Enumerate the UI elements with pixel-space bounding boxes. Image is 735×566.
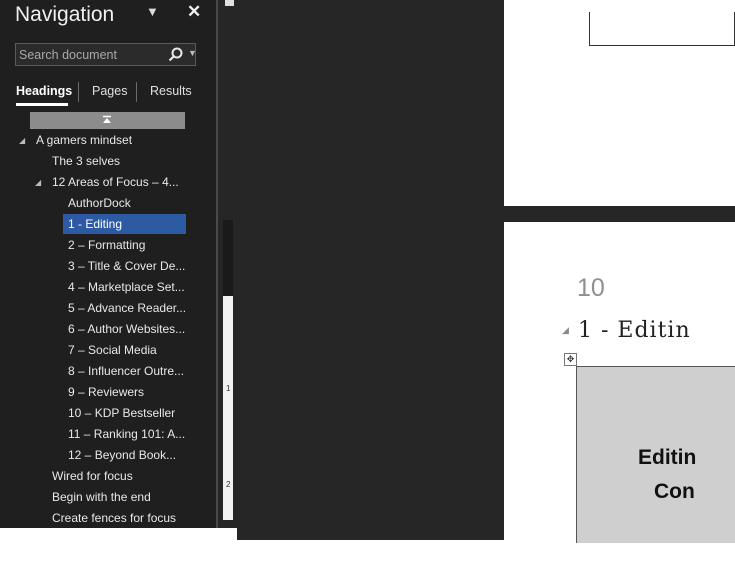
expand-triangle-icon[interactable]: ◢ <box>35 178 41 187</box>
navigation-pane: Navigation ▼ ✕ ▼ Headings Pages Results … <box>0 0 216 528</box>
heading-item[interactable]: 8 – Influencer Outre... <box>64 361 186 381</box>
search-input[interactable] <box>16 44 164 65</box>
heading-item[interactable]: 10 – KDP Bestseller <box>64 403 186 423</box>
collapse-up-icon <box>103 115 111 123</box>
heading-item[interactable]: 6 – Author Websites... <box>64 319 186 339</box>
heading-item[interactable]: 7 – Social Media <box>64 340 186 360</box>
tab-headings[interactable]: Headings <box>16 84 72 98</box>
pane-options-icon[interactable]: ▼ <box>146 4 159 19</box>
heading-item[interactable]: The 3 selves <box>48 151 186 171</box>
scroll-to-top-button[interactable] <box>30 112 185 129</box>
ruler-mark: 2 <box>226 480 231 489</box>
ruler-mark: 1 <box>226 384 231 393</box>
tab-pages[interactable]: Pages <box>92 84 127 98</box>
heading-item[interactable]: AuthorDock <box>64 193 186 213</box>
cell-text: Editin <box>638 446 697 469</box>
ruler-margin <box>223 220 233 296</box>
search-icon[interactable] <box>166 45 186 65</box>
heading-item-selected[interactable]: 1 - Editing <box>63 214 186 234</box>
tab-results[interactable]: Results <box>150 84 192 98</box>
document-heading[interactable]: 1 - Editin <box>578 318 691 343</box>
heading-item[interactable]: 2 – Formatting <box>64 235 186 255</box>
cell-text: Con <box>654 480 695 503</box>
chevron-down-icon[interactable]: ▼ <box>188 48 197 58</box>
page-edge <box>504 0 735 12</box>
heading-item[interactable]: 12 – Beyond Book... <box>64 445 186 465</box>
search-box[interactable]: ▼ <box>15 43 197 66</box>
heading-item[interactable]: Wired for focus <box>48 466 186 486</box>
heading-item[interactable]: 11 – Ranking 101: A... <box>64 424 186 444</box>
heading-item[interactable]: 4 – Marketplace Set... <box>64 277 186 297</box>
close-icon[interactable]: ✕ <box>187 2 201 22</box>
expand-triangle-icon[interactable]: ◢ <box>19 136 25 145</box>
tab-divider <box>136 82 137 102</box>
heading-item[interactable]: Begin with the end <box>48 487 186 507</box>
navigation-title: Navigation <box>15 3 115 26</box>
heading-item[interactable]: 5 – Advance Reader... <box>64 298 186 318</box>
heading-item[interactable]: A gamers mindset <box>32 130 186 150</box>
heading-item[interactable]: Create fences for focus <box>48 508 192 528</box>
text-box[interactable] <box>589 12 735 46</box>
ruler-marker <box>225 0 234 6</box>
page-number: 10 <box>577 274 605 302</box>
heading-item[interactable]: 9 – Reviewers <box>64 382 186 402</box>
page-break <box>504 206 735 222</box>
tab-divider <box>78 82 79 102</box>
collapse-heading-icon[interactable]: ◢ <box>562 325 569 336</box>
heading-item[interactable]: 12 Areas of Focus – 4... <box>48 172 186 192</box>
document-canvas <box>237 0 504 540</box>
table-move-handle-icon[interactable]: ✥ <box>564 353 577 366</box>
active-tab-indicator <box>16 103 68 106</box>
heading-item[interactable]: 3 – Title & Cover De... <box>64 256 186 276</box>
